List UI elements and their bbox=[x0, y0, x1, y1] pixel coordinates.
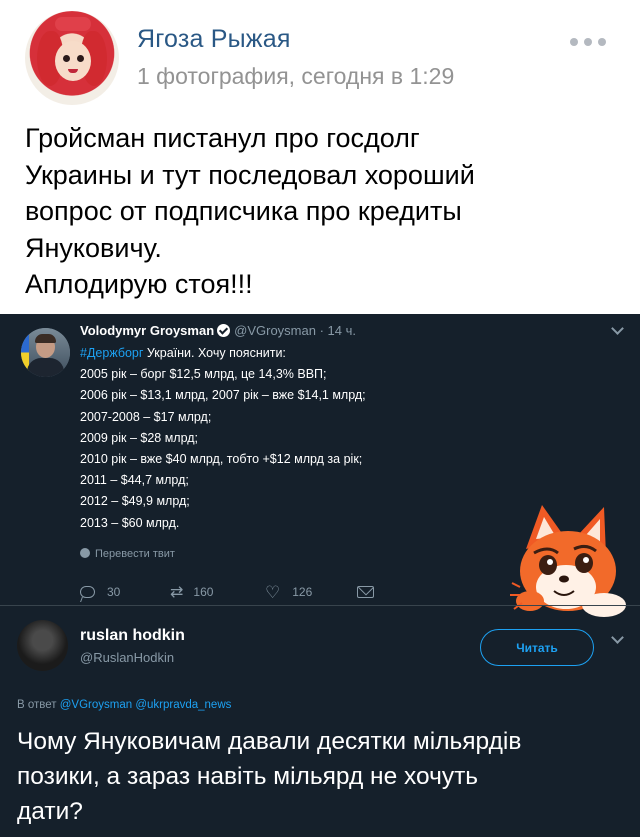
more-options-icon[interactable] bbox=[570, 35, 606, 49]
post-text: Гройсман пистанул про госдолг Украины и … bbox=[25, 120, 625, 303]
tweet-actions: 30 ⇄ 160 ♡ 126 bbox=[80, 582, 374, 602]
translate-tweet: Перевести твит bbox=[80, 548, 175, 560]
tweet-hashtag: #Держборг bbox=[80, 346, 144, 360]
chevron-down-icon bbox=[610, 632, 624, 646]
tweet-body: #Держборг України. Хочу пояснити: 2005 р… bbox=[80, 343, 366, 534]
tweet-line: 2010 рік – вже $40 млрд, тобто +$12 млрд… bbox=[80, 452, 363, 467]
author-avatar[interactable] bbox=[25, 11, 119, 105]
reply-author-handle: @RuslanHodkin bbox=[80, 650, 175, 665]
chevron-down-icon bbox=[610, 323, 624, 337]
reply-action: 30 bbox=[80, 585, 170, 599]
post-text-line: Януковичу. bbox=[25, 232, 162, 263]
globe-icon bbox=[80, 548, 90, 558]
tweet-line: #Держборг України. Хочу пояснити: bbox=[80, 343, 366, 364]
attached-photo[interactable]: Volodymyr Groysman @VGroysman · 14 ч. #Де… bbox=[0, 314, 640, 837]
dm-action bbox=[357, 586, 374, 598]
retweet-count: 160 bbox=[193, 585, 214, 599]
envelope-icon bbox=[357, 586, 374, 598]
post-text-line: Украины и тут последовал хороший bbox=[25, 159, 475, 190]
post-text-line: вопрос от подписчика про кредиты bbox=[25, 196, 462, 226]
reply-author-avatar bbox=[17, 620, 68, 671]
tweet-line-text: України. Хочу пояснити: bbox=[143, 346, 286, 360]
tweet-line: 2012 – $49,9 млрд; bbox=[80, 494, 190, 509]
reply-text: Чому Януковичам давали десятки мільярдів… bbox=[17, 725, 637, 829]
post-text-line: Аплодирую стоя!!! bbox=[25, 269, 253, 299]
like-count: 126 bbox=[292, 585, 313, 599]
translate-label: Перевести твит bbox=[95, 548, 175, 560]
verified-icon bbox=[217, 324, 231, 337]
author-name[interactable]: Ягоза Рыжая bbox=[137, 25, 291, 54]
fox-sticker bbox=[510, 505, 626, 617]
post-text-line: Гройсман пистанул про госдолг bbox=[25, 123, 420, 153]
reply-to-prefix: В ответ bbox=[17, 699, 60, 711]
tweet-line: 2011 – $44,7 млрд; bbox=[80, 473, 189, 488]
retweet-action: ⇄ 160 bbox=[170, 582, 265, 602]
tweet-header: Volodymyr Groysman @VGroysman · 14 ч. bbox=[80, 323, 356, 338]
post-meta[interactable]: 1 фотография, сегодня в 1:29 bbox=[137, 63, 454, 90]
reply-text-line: позики, а зараз навіть мільярд не хочуть bbox=[17, 762, 479, 790]
like-action: ♡ 126 bbox=[265, 584, 357, 601]
retweet-icon: ⇄ bbox=[170, 584, 184, 601]
reply-icon bbox=[80, 586, 95, 598]
post-header: Ягоза Рыжая 1 фотография, сегодня в 1:29 bbox=[0, 0, 640, 110]
tweet-author-name: Volodymyr Groysman bbox=[80, 323, 215, 338]
reply-text-line: Чому Януковичам давали десятки мільярдів bbox=[17, 728, 522, 755]
follow-button: Читать bbox=[480, 629, 594, 666]
tweet-line: 2007-2008 – $17 млрд; bbox=[80, 409, 212, 424]
reply-to-line: В ответ @VGroysman @ukrpravda_news bbox=[17, 699, 231, 711]
divider bbox=[0, 605, 640, 606]
tweet-author-avatar bbox=[21, 328, 70, 377]
tweet-line: 2006 рік – $13,1 млрд, 2007 рік – вже $1… bbox=[80, 388, 366, 403]
heart-icon: ♡ bbox=[265, 582, 281, 602]
tweet-handle-time: @VGroysman · 14 ч. bbox=[234, 323, 356, 338]
reply-count: 30 bbox=[107, 585, 121, 599]
tweet-line: 2013 – $60 млрд. bbox=[80, 515, 180, 530]
reply-text-line: дати? bbox=[17, 797, 83, 825]
tweet-line: 2009 рік – $28 млрд; bbox=[80, 430, 199, 445]
reply-mentions: @VGroysman @ukrpravda_news bbox=[59, 699, 232, 711]
reply-author-name: ruslan hodkin bbox=[80, 627, 185, 644]
tweet-line: 2005 рік – борг $12,5 млрд, це 14,3% ВВП… bbox=[80, 367, 327, 382]
